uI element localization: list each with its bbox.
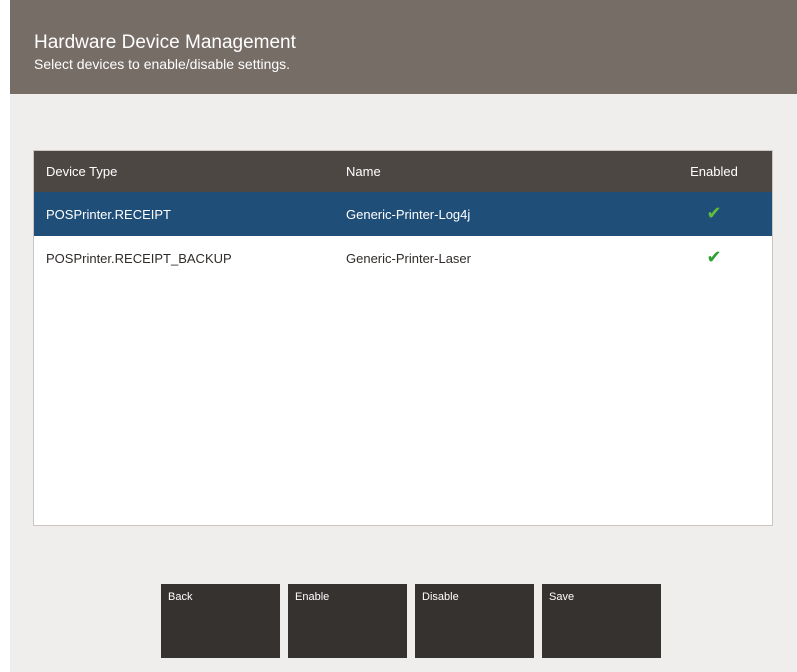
- device-name-cell: Generic-Printer-Log4j: [346, 206, 471, 222]
- enable-button[interactable]: Enable: [288, 584, 407, 658]
- column-header-name: Name: [346, 164, 381, 179]
- enabled-cell: ✔: [656, 192, 772, 236]
- button-bar: Back Enable Disable Save: [161, 584, 661, 658]
- table-header: Device Type Name Enabled: [34, 151, 772, 192]
- save-button[interactable]: Save: [542, 584, 661, 658]
- device-name-cell: Generic-Printer-Laser: [346, 250, 471, 266]
- hardware-device-management-screen: Hardware Device Management Select device…: [10, 0, 797, 672]
- column-header-device-type: Device Type: [46, 164, 118, 179]
- column-header-enabled: Enabled: [690, 164, 738, 179]
- page-title: Hardware Device Management: [34, 32, 296, 53]
- device-type-cell: POSPrinter.RECEIPT_BACKUP: [46, 250, 232, 266]
- back-button[interactable]: Back: [161, 584, 280, 658]
- disable-button[interactable]: Disable: [415, 584, 534, 658]
- device-type-cell: POSPrinter.RECEIPT: [46, 206, 171, 222]
- table-row[interactable]: POSPrinter.RECEIPT_BACKUP Generic-Printe…: [34, 236, 772, 280]
- header-bar: Hardware Device Management Select device…: [10, 0, 797, 94]
- enabled-cell: ✔: [656, 236, 772, 280]
- device-table: Device Type Name Enabled POSPrinter.RECE…: [33, 150, 773, 526]
- table-row[interactable]: POSPrinter.RECEIPT Generic-Printer-Log4j…: [34, 192, 772, 236]
- check-icon: ✔: [706, 247, 722, 268]
- page-subtitle: Select devices to enable/disable setting…: [34, 56, 291, 72]
- check-icon: ✔: [706, 203, 722, 224]
